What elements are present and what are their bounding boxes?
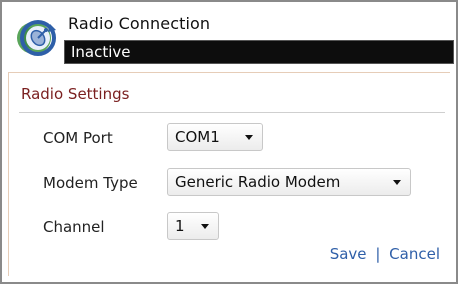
chevron-down-icon bbox=[201, 224, 209, 229]
header: Radio Connection Inactive bbox=[2, 2, 456, 70]
com-port-label: COM Port bbox=[43, 129, 113, 147]
status-bar: Inactive bbox=[64, 40, 454, 64]
action-separator: | bbox=[375, 245, 381, 263]
channel-label: Channel bbox=[43, 218, 105, 236]
panel-title: Radio Settings bbox=[21, 85, 130, 103]
chevron-down-icon bbox=[393, 180, 401, 185]
modem-type-value: Generic Radio Modem bbox=[175, 173, 341, 191]
channel-value: 1 bbox=[175, 217, 185, 235]
radio-connection-window: Radio Connection Inactive Radio Settings… bbox=[0, 0, 458, 284]
com-port-select[interactable]: COM1 bbox=[167, 123, 263, 151]
modem-type-label: Modem Type bbox=[43, 174, 138, 192]
status-text: Inactive bbox=[71, 43, 131, 61]
panel-divider bbox=[19, 112, 445, 113]
form-actions: Save | Cancel bbox=[330, 245, 440, 263]
radio-settings-panel: Radio Settings COM Port COM1 Modem Type … bbox=[8, 72, 450, 276]
save-link[interactable]: Save bbox=[330, 245, 367, 263]
chevron-down-icon bbox=[245, 135, 253, 140]
channel-select[interactable]: 1 bbox=[167, 212, 219, 240]
radio-connection-icon bbox=[12, 12, 62, 62]
com-port-value: COM1 bbox=[175, 128, 220, 146]
cancel-link[interactable]: Cancel bbox=[389, 245, 440, 263]
modem-type-select[interactable]: Generic Radio Modem bbox=[167, 168, 411, 196]
app-title: Radio Connection bbox=[68, 14, 211, 33]
